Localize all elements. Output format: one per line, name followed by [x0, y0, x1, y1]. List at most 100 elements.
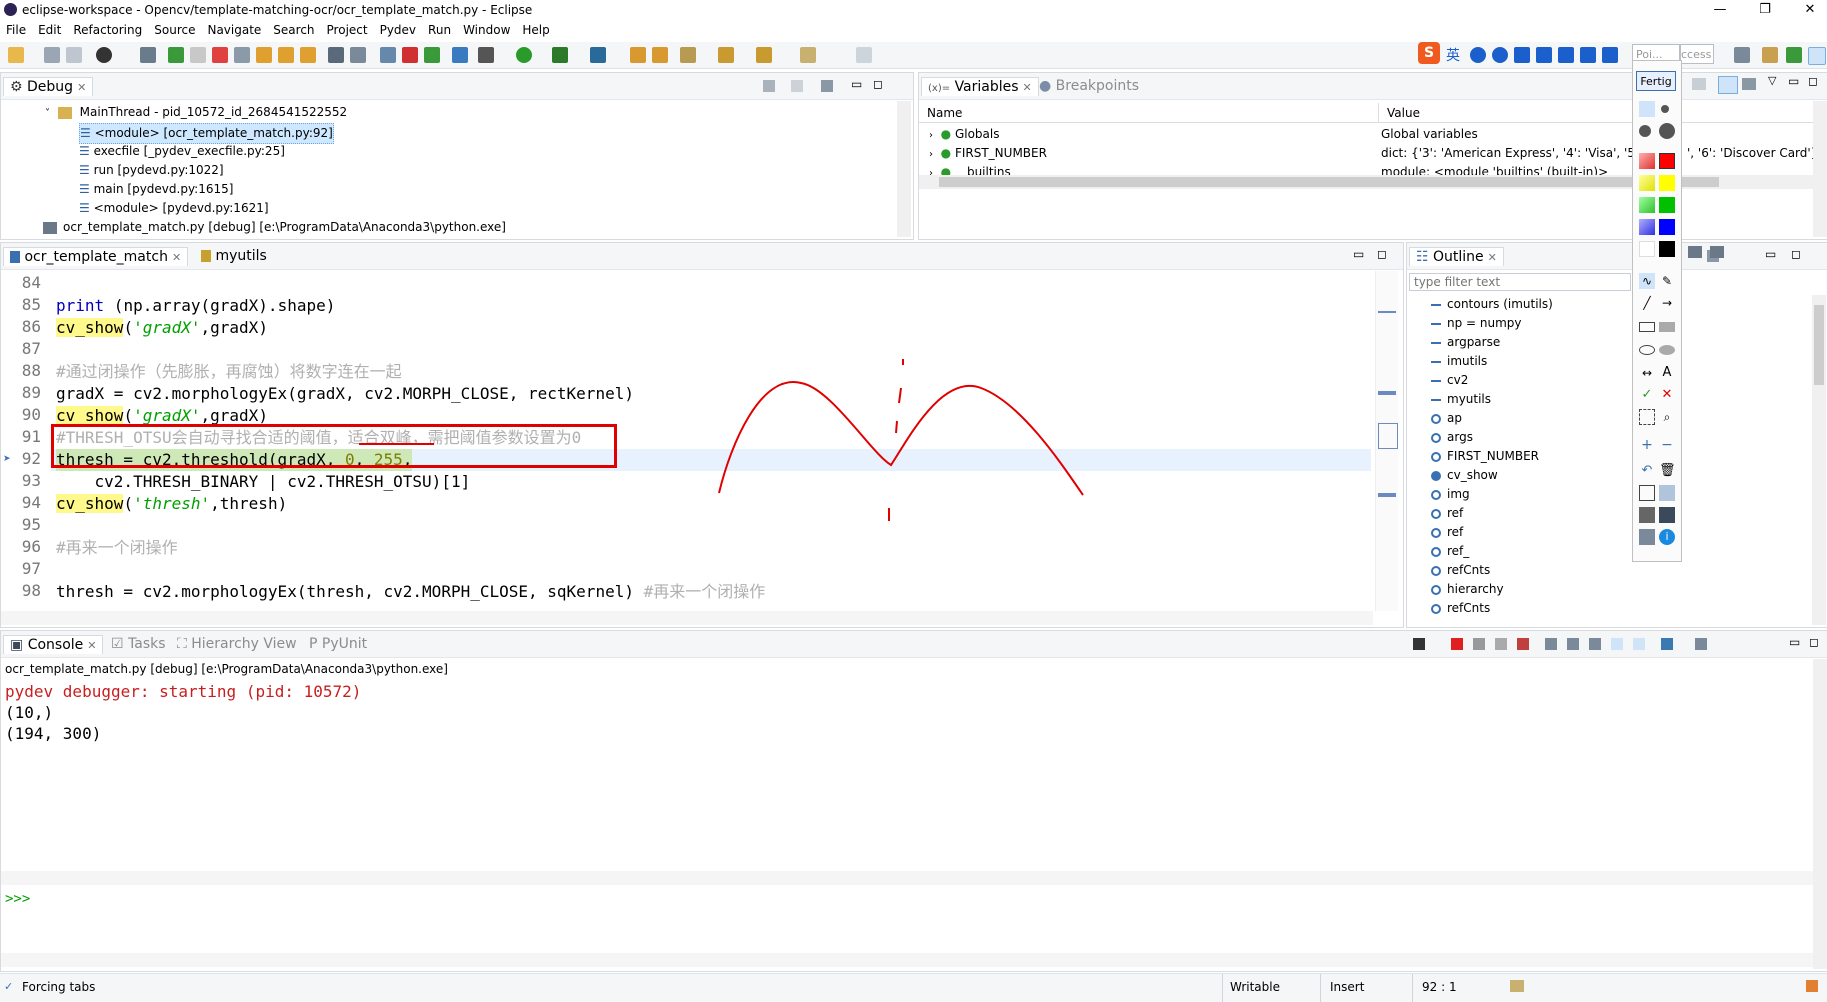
terminate-icon[interactable] [212, 47, 228, 63]
outline-item[interactable]: ref [1431, 504, 1463, 523]
maximize-view-icon[interactable]: ◻ [1791, 247, 1801, 261]
ime-shirt-icon[interactable] [1580, 47, 1596, 63]
pin-console-icon[interactable] [1633, 638, 1645, 650]
copy-icon[interactable] [1659, 485, 1675, 501]
variables-scrollbar[interactable] [1813, 101, 1827, 237]
next-annotation-icon[interactable] [718, 47, 734, 63]
forward-icon[interactable] [856, 47, 872, 63]
outline-item[interactable]: refCnts [1431, 599, 1490, 618]
menu-navigate[interactable]: Navigate [201, 20, 267, 40]
stack-frame-row[interactable]: ☰ execfile [_pydev_execfile.py:25] [79, 142, 285, 161]
stack-frame-row[interactable]: ☰ run [pydevd.py:1022] [79, 161, 224, 180]
collapse-all-icon[interactable] [1742, 78, 1756, 90]
outline-item[interactable]: img [1431, 485, 1470, 504]
ime-lang-toggle[interactable]: 英 [1446, 45, 1460, 65]
remove-terminated-icon[interactable] [763, 80, 775, 92]
variable-row[interactable]: › ● Globals [929, 125, 999, 144]
freehand-tool-icon[interactable]: ∿ [1639, 273, 1655, 289]
display-console-icon[interactable] [1661, 638, 1673, 650]
view-menu-icon[interactable] [821, 80, 833, 92]
stack-frame-row[interactable]: ☰ <module> [ocr_template_match.py:92] [79, 123, 334, 144]
maximize-view-icon[interactable]: ◻ [1808, 74, 1818, 88]
text-tool-icon[interactable]: A [1659, 365, 1675, 381]
overview-ruler[interactable] [1375, 271, 1398, 611]
back-icon[interactable] [800, 47, 816, 63]
line-tool-icon[interactable]: ╱ [1639, 295, 1655, 311]
debug-scrollbar[interactable] [897, 101, 911, 237]
globe-icon[interactable] [452, 47, 468, 63]
ime-mic-icon[interactable] [1514, 47, 1530, 63]
trash-icon[interactable]: 🗑 [1659, 463, 1676, 479]
arrow-tool-icon[interactable]: → [1659, 295, 1675, 311]
editor-hscrollbar[interactable] [1, 611, 1373, 625]
console-icon[interactable] [328, 47, 344, 63]
show-stderr-icon[interactable] [1611, 638, 1623, 650]
menu-project[interactable]: Project [321, 20, 374, 40]
save-all-icon[interactable] [66, 47, 82, 63]
color-black-icon[interactable] [1659, 241, 1675, 257]
color-light-blue-icon[interactable] [1639, 219, 1655, 235]
quick-access-field[interactable]: ccess [1680, 44, 1714, 64]
zoom-tool-icon[interactable]: ⌕ [1659, 409, 1675, 425]
color-white-icon[interactable] [1639, 241, 1655, 257]
outline-item[interactable]: argparse [1431, 333, 1500, 352]
pen-medium-icon[interactable] [1661, 105, 1669, 113]
show-logical-structure-icon[interactable] [1718, 76, 1738, 94]
ime-logo-icon[interactable]: S [1418, 42, 1440, 64]
menu-window[interactable]: Window [457, 20, 516, 40]
color-blue-icon[interactable] [1659, 219, 1675, 235]
select-area-icon[interactable] [1639, 409, 1655, 425]
outline-item[interactable]: refCnts [1431, 561, 1490, 580]
status-lock-icon[interactable] [1510, 980, 1524, 992]
disconnect-icon[interactable] [234, 47, 250, 63]
menu-edit[interactable]: Edit [32, 20, 67, 40]
new-icon[interactable] [8, 47, 24, 63]
color-light-red-icon[interactable] [1639, 153, 1655, 169]
save-drawing-icon[interactable] [1659, 507, 1675, 523]
ime-tools-icon[interactable] [1602, 47, 1618, 63]
outline-item[interactable]: ref [1431, 523, 1463, 542]
link-editor-icon[interactable] [1710, 246, 1724, 258]
outline-item[interactable]: cv2 [1431, 371, 1468, 390]
new-page-icon[interactable] [1639, 485, 1655, 501]
filled-ellipse-tool-icon[interactable] [1659, 345, 1675, 355]
word-wrap-icon[interactable] [1567, 638, 1579, 650]
rss-icon[interactable] [1806, 980, 1818, 992]
info-icon[interactable]: i [1659, 529, 1675, 545]
tab-pyunit[interactable]: P PyUnit [303, 635, 373, 653]
resume-icon[interactable] [168, 47, 184, 63]
view-menu-icon[interactable]: ▽ [1768, 74, 1776, 87]
outline-item[interactable]: args [1431, 428, 1473, 447]
maximize-view-icon[interactable]: ◻ [873, 77, 883, 91]
java-perspective-icon[interactable] [1762, 47, 1778, 63]
minimize-button[interactable]: — [1700, 0, 1740, 20]
color-yellow-icon[interactable] [1659, 175, 1675, 191]
menu-file[interactable]: File [0, 20, 32, 40]
outline-scrollbar[interactable] [1812, 295, 1826, 625]
variable-row[interactable]: › ● FIRST_NUMBER [929, 144, 1047, 163]
step-over-icon[interactable] [278, 47, 294, 63]
show-stdout-icon[interactable] [1589, 638, 1601, 650]
maximize-button[interactable]: ❐ [1745, 0, 1785, 20]
pen-xlarge-icon[interactable] [1659, 123, 1675, 139]
clear-console-icon[interactable] [1517, 638, 1529, 650]
outline-item[interactable]: myutils [1431, 390, 1491, 409]
scroll-lock-icon[interactable] [1545, 638, 1557, 650]
menu-source[interactable]: Source [148, 20, 201, 40]
run-external-icon[interactable] [424, 47, 440, 63]
external-tools-icon[interactable] [590, 47, 606, 63]
outline-item[interactable]: ap [1431, 409, 1462, 428]
color-light-green-icon[interactable] [1639, 197, 1655, 213]
tab-variables[interactable]: (x)= Variables ✕ [921, 77, 1039, 96]
outline-item[interactable]: np = numpy [1431, 314, 1522, 333]
run-coverage-icon[interactable] [552, 47, 568, 63]
suspend-icon[interactable] [190, 47, 206, 63]
filled-rect-tool-icon[interactable] [1659, 322, 1675, 332]
console-open-icon[interactable] [1413, 638, 1425, 650]
run-icon[interactable] [516, 47, 532, 63]
stack-frame-row[interactable]: ☰ main [pydevd.py:1615] [79, 180, 233, 199]
coverage-icon[interactable] [380, 47, 396, 63]
color-red-icon[interactable] [1659, 153, 1675, 169]
outline-item[interactable]: hierarchy [1431, 580, 1504, 599]
window-icon[interactable] [1639, 529, 1655, 545]
